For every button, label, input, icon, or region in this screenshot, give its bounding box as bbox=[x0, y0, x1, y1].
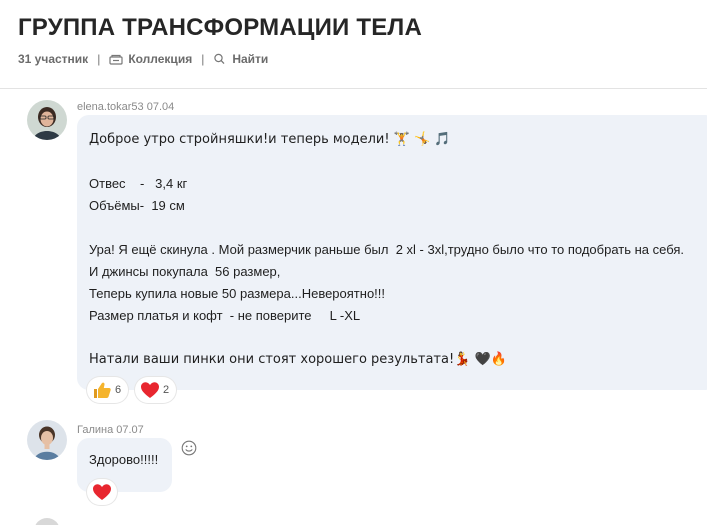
message-line: Ура! Я ещё скинула . Мой размерчик раньш… bbox=[89, 242, 685, 257]
heart-icon bbox=[93, 484, 111, 500]
message-line: Натали ваши пинки они стоят хорошего рез… bbox=[89, 352, 507, 367]
reaction-count: 6 bbox=[115, 384, 122, 396]
message-line: Теперь купила новые 50 размера...Невероя… bbox=[89, 286, 386, 301]
message-line: И джинсы покупала 56 размер, bbox=[89, 264, 281, 279]
message-text: Здорово!!!!! bbox=[89, 449, 158, 471]
message-line bbox=[89, 327, 684, 349]
meta-separator: | bbox=[97, 52, 101, 66]
heart-icon bbox=[141, 382, 159, 398]
header-divider bbox=[0, 88, 707, 89]
message-line: Объёмы- 19 см bbox=[89, 198, 185, 213]
message-line: Размер платья и кофт - не поверите L -XL bbox=[89, 308, 361, 323]
avatar[interactable] bbox=[27, 100, 67, 140]
collection-link[interactable]: Коллекция bbox=[109, 52, 192, 66]
user-photo-icon bbox=[27, 420, 67, 460]
avatar[interactable] bbox=[27, 420, 67, 460]
reaction-heart[interactable]: 2 bbox=[135, 377, 177, 403]
reaction-count: 2 bbox=[163, 384, 170, 396]
message-line bbox=[89, 217, 684, 239]
group-meta-bar: 31 участник | Коллекция | Найти bbox=[18, 52, 268, 66]
message-author: elena.tokar53 07.04 bbox=[77, 101, 175, 113]
find-label: Найти bbox=[232, 52, 269, 66]
thumbs-up-icon bbox=[94, 382, 111, 398]
message-author: Галина 07.07 bbox=[77, 424, 144, 436]
message-line: Доброе утро стройняшки!и теперь модели! … bbox=[89, 132, 451, 147]
participants-count-link[interactable]: 31 участник bbox=[18, 52, 88, 66]
group-title: ГРУППА ТРАНСФОРМАЦИИ ТЕЛА bbox=[18, 14, 422, 41]
avatar[interactable] bbox=[34, 518, 60, 525]
user-photo-icon bbox=[27, 100, 67, 140]
reaction-heart[interactable] bbox=[87, 479, 117, 505]
meta-separator: | bbox=[201, 52, 205, 66]
collection-icon bbox=[109, 54, 123, 65]
message-line bbox=[89, 151, 684, 173]
collection-label: Коллекция bbox=[128, 52, 193, 66]
find-link[interactable]: Найти bbox=[213, 52, 268, 66]
message-text: Доброе утро стройняшки!и теперь модели! … bbox=[89, 129, 684, 371]
group-header: ГРУППА ТРАНСФОРМАЦИИ ТЕЛА 31 участник | … bbox=[18, 14, 707, 66]
search-icon bbox=[214, 53, 225, 65]
reaction-thumbs-up[interactable]: 6 bbox=[87, 377, 129, 403]
message-bubble: Доброе утро стройняшки!и теперь модели! … bbox=[77, 115, 707, 390]
message-line: Отвес - 3,4 кг bbox=[89, 176, 188, 191]
message-line: Здорово!!!!! bbox=[89, 452, 159, 467]
add-reaction-smile-icon[interactable] bbox=[181, 440, 197, 456]
